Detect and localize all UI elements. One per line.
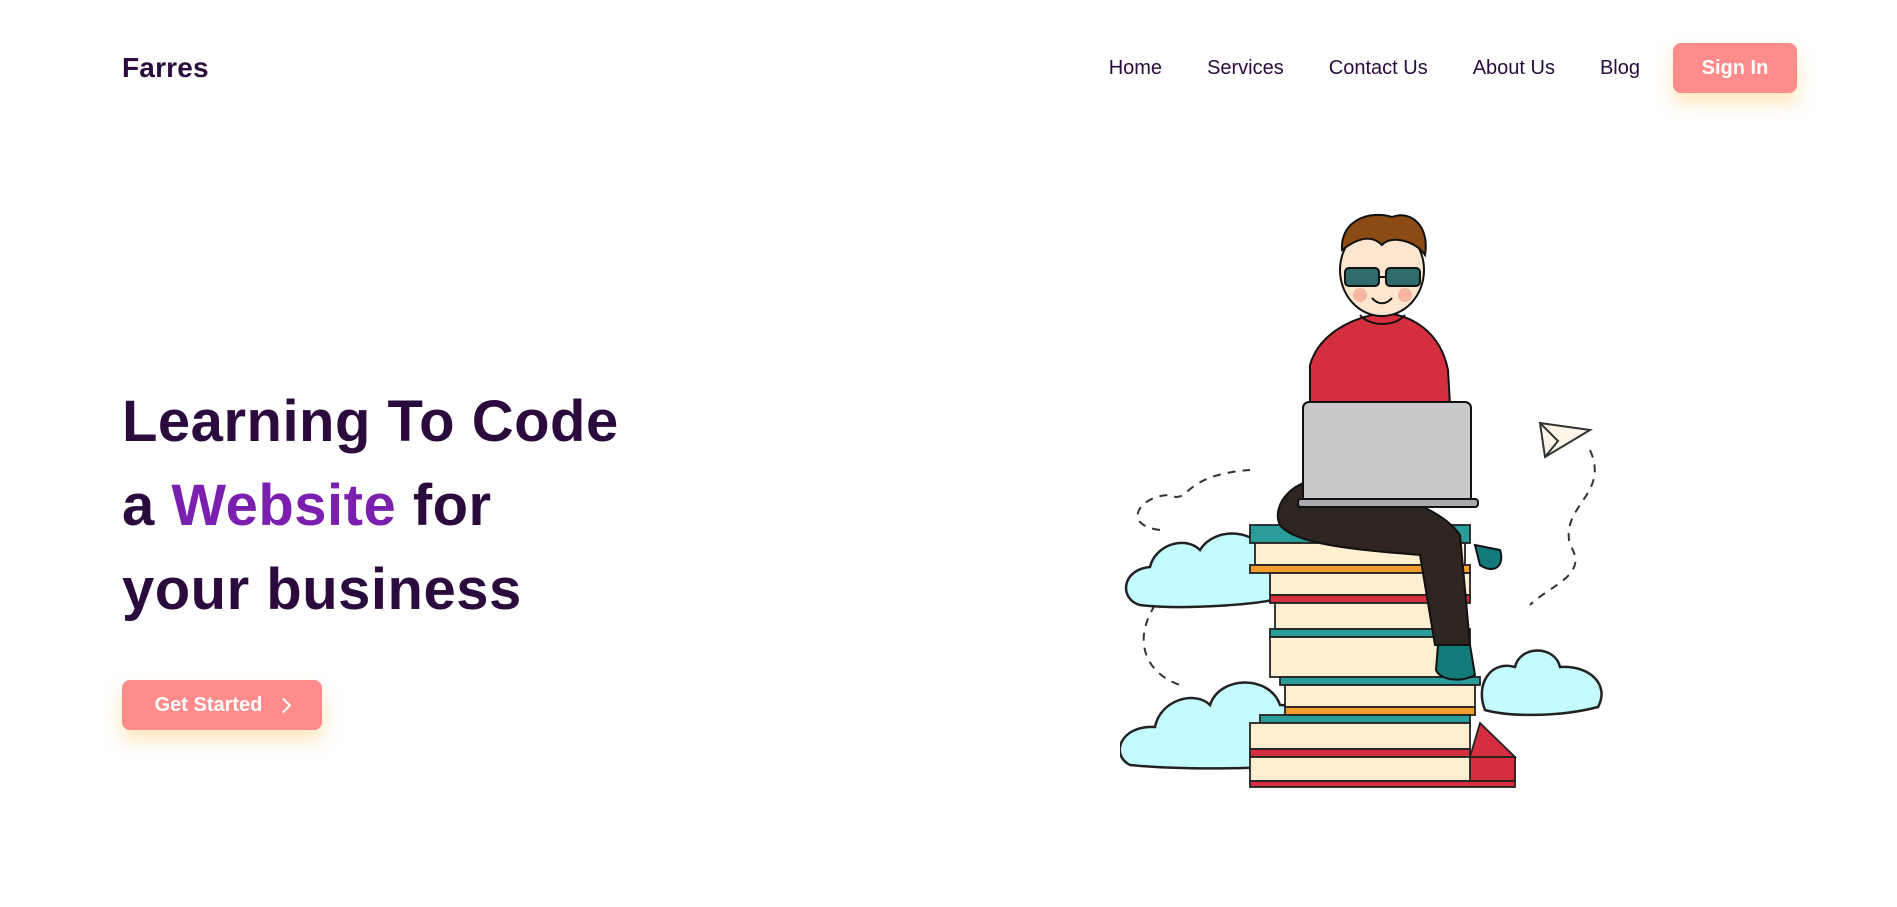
- main-nav: Home Services Contact Us About Us Blog S…: [1109, 43, 1797, 93]
- logo[interactable]: Farres: [122, 52, 209, 84]
- dashed-path: [1136, 469, 1251, 531]
- dashed-path-right: [1529, 449, 1596, 606]
- hero-title: Learning To Code a Website for your busi…: [122, 380, 619, 632]
- nav-contact-us[interactable]: Contact Us: [1329, 57, 1428, 80]
- site-header: Farres Home Services Contact Us About Us…: [122, 40, 1797, 96]
- person-torso: [1309, 311, 1452, 406]
- get-started-label: Get Started: [154, 693, 263, 716]
- nav-about-us[interactable]: About Us: [1473, 57, 1555, 80]
- chevron-right-icon: [276, 697, 292, 713]
- nav-blog[interactable]: Blog: [1600, 57, 1640, 80]
- hero-title-accent: Website: [171, 473, 397, 538]
- get-started-button[interactable]: Get Started: [122, 680, 322, 730]
- person-head: [1339, 213, 1427, 317]
- hero-title-line2-suffix: for: [396, 473, 492, 538]
- paper-plane-icon: [1538, 421, 1593, 459]
- hero-title-line1: Learning To Code: [122, 389, 619, 454]
- nav-home[interactable]: Home: [1109, 57, 1162, 80]
- hero-title-line2-prefix: a: [122, 473, 172, 538]
- book-stack: [1249, 524, 1518, 788]
- hero-title-line3: your business: [122, 557, 522, 622]
- landing-page: Farres Home Services Contact Us About Us…: [0, 0, 1897, 907]
- laptop-icon: [1297, 401, 1479, 508]
- nav-services[interactable]: Services: [1207, 57, 1284, 80]
- dashed-path-left: [1142, 604, 1181, 686]
- hero-illustration: [1120, 213, 1603, 788]
- sign-in-button[interactable]: Sign In: [1673, 43, 1797, 93]
- hero-section: Learning To Code a Website for your busi…: [122, 380, 619, 632]
- cloud-right: [1480, 649, 1603, 717]
